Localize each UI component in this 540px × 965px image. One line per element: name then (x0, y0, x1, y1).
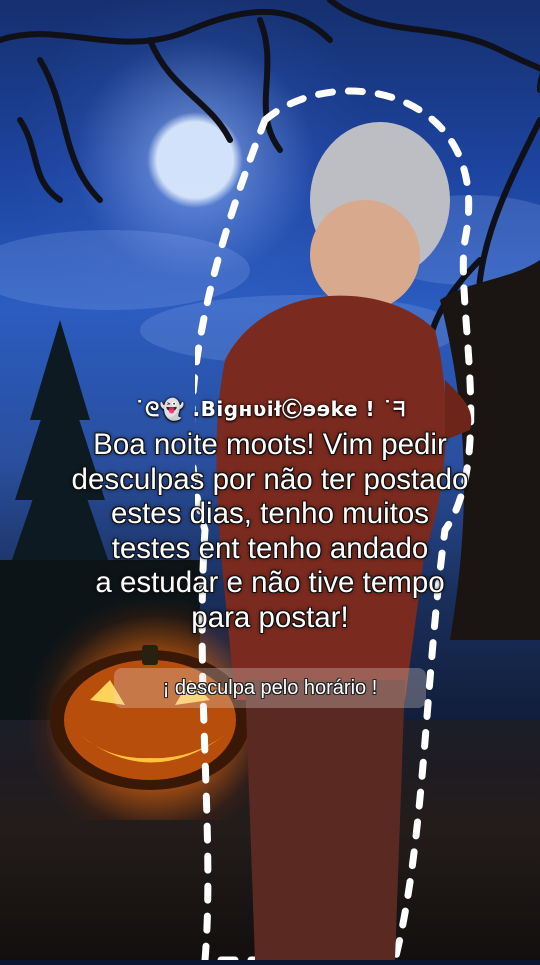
face (310, 200, 420, 310)
caption-message: Boa noite moots! Vim pedir desculpas por… (71, 428, 469, 634)
pants (245, 680, 405, 960)
username-tag: ˙ᘓ👻 .BigʜʋiłⒸɘɘke ! ˙ᖷ (134, 397, 406, 421)
apology-sticker: ¡ desculpa pelo horário ! (114, 668, 426, 708)
apology-text: ¡ desculpa pelo horário ! (162, 676, 378, 699)
caption-overlay: ˙ᘓ👻 .BigʜʋiłⒸɘɘke ! ˙ᖷ Boa noite moots! … (0, 394, 540, 635)
